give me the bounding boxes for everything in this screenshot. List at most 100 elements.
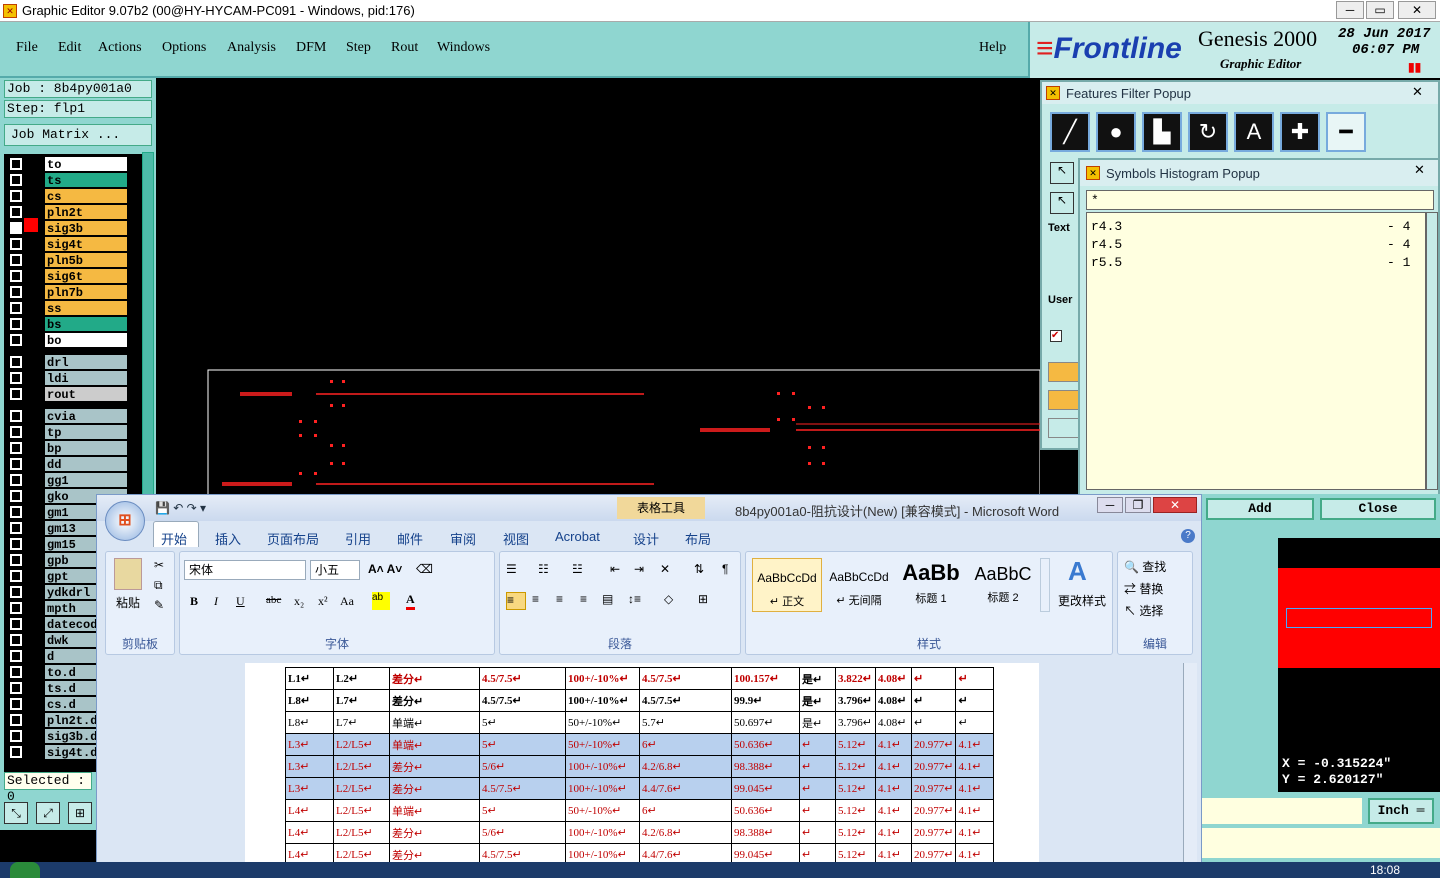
table-cell[interactable]: 50.636↵ (731, 733, 800, 756)
align-right-icon[interactable]: ≡ (556, 592, 563, 606)
layer-name[interactable]: pln7b (44, 284, 128, 300)
table-cell[interactable]: 4.08↵ (875, 711, 912, 734)
style-normal[interactable]: AaBbCcDd ↵ 正文 (752, 558, 822, 612)
layer-checkbox[interactable] (10, 634, 22, 646)
table-cell[interactable]: 差分↵ (389, 689, 480, 712)
tab-page-layout[interactable]: 页面布局 (267, 529, 319, 548)
numbering-icon[interactable]: ☷ (538, 562, 549, 576)
layer-checkbox[interactable] (10, 490, 22, 502)
pad-feature-icon[interactable]: ● (1096, 112, 1136, 152)
layer-name[interactable]: sig3b (44, 220, 128, 236)
add-button[interactable]: Add (1206, 498, 1314, 520)
layer-checkbox[interactable] (10, 474, 22, 486)
table-cell[interactable]: L1↵ (285, 667, 334, 690)
layer-checkbox[interactable] (10, 286, 22, 298)
sort-icon[interactable]: ⇅ (694, 562, 704, 576)
menu-rout[interactable]: Rout (391, 40, 418, 56)
layer-row-bs[interactable]: bs (8, 316, 128, 332)
layer-checkbox[interactable] (10, 730, 22, 742)
table-cell[interactable]: 4.1↵ (955, 777, 995, 800)
table-cell[interactable]: 5.12↵ (835, 733, 876, 756)
tab-insert[interactable]: 插入 (215, 529, 241, 548)
table-cell[interactable]: 100+/-10%↵ (565, 821, 640, 844)
layer-name[interactable]: ts (44, 172, 128, 188)
layer-name[interactable]: cs (44, 188, 128, 204)
layer-row-rout[interactable]: rout (8, 386, 128, 402)
table-cell[interactable]: 4.2/6.8↵ (639, 755, 732, 778)
tab-home[interactable]: 开始 (161, 529, 187, 548)
strikethrough-icon[interactable]: abc (266, 594, 281, 606)
table-cell[interactable]: L2/L5↵ (333, 733, 390, 756)
layer-checkbox[interactable] (10, 238, 22, 250)
layer-row-sig4t[interactable]: sig4t (8, 236, 128, 252)
layer-name[interactable]: dd (44, 456, 128, 472)
table-cell[interactable]: 100.157↵ (731, 667, 800, 690)
layer-row-bo[interactable]: bo (8, 332, 128, 348)
table-cell[interactable]: 单端↵ (389, 799, 480, 822)
table-row[interactable]: L8↵ L7↵ 单端↵ 5↵ 50+/-10%↵ 5.7↵ 50.697↵ 是↵ 3.796↵ 4… (285, 711, 995, 734)
symbol-row-3-name[interactable]: r5.5 (1091, 255, 1122, 270)
table-cell[interactable]: 4.2/6.8↵ (639, 821, 732, 844)
layer-checkbox[interactable] (10, 714, 22, 726)
layer-name[interactable]: sig4t (44, 236, 128, 252)
layer-row-ts[interactable]: ts (8, 172, 128, 188)
layer-name[interactable]: pln5b (44, 252, 128, 268)
tab-review[interactable]: 审阅 (450, 529, 476, 548)
layer-checkbox[interactable] (10, 426, 22, 438)
table-cell[interactable]: 4.1↵ (875, 821, 912, 844)
layer-checkbox[interactable] (10, 570, 22, 582)
start-button[interactable] (10, 862, 40, 878)
table-cell[interactable]: 单端↵ (389, 733, 480, 756)
table-cell[interactable]: ↵ (955, 689, 995, 712)
bold-icon[interactable]: B (190, 594, 198, 609)
table-row[interactable]: L8↵ L7↵ 差分↵ 4.5/7.5↵ 100+/-10%↵ 4.5/7.5↵ 99.9↵… (285, 689, 995, 712)
line-feature-icon[interactable]: ╱ (1050, 112, 1090, 152)
table-cell[interactable]: 4.1↵ (875, 733, 912, 756)
menu-file[interactable]: File (16, 40, 38, 56)
table-cell[interactable]: 100+/-10%↵ (565, 755, 640, 778)
layer-checkbox[interactable] (10, 698, 22, 710)
layer-checkbox[interactable] (10, 174, 22, 186)
tab-layout[interactable]: 布局 (685, 529, 711, 548)
table-cell[interactable]: 差分↵ (389, 667, 480, 690)
negative-polarity-icon[interactable]: ━ (1326, 112, 1366, 152)
layer-checkbox[interactable] (10, 254, 22, 266)
grid-tool-icon[interactable]: ⊞ (68, 802, 92, 824)
symbol-row-1-name[interactable]: r4.3 (1091, 219, 1122, 234)
table-cell[interactable]: 98.388↵ (731, 821, 800, 844)
table-cell[interactable]: 5.7↵ (639, 711, 732, 734)
copy-icon[interactable]: ⧉ (154, 578, 163, 593)
table-cell[interactable]: 4.5/7.5↵ (479, 667, 566, 690)
table-cell[interactable]: ↵ (955, 711, 995, 734)
table-cell[interactable]: 是↵ (799, 689, 836, 712)
menu-edit[interactable]: Edit (58, 40, 81, 56)
table-cell[interactable]: 4.4/7.6↵ (639, 777, 732, 800)
close-popup-button[interactable]: Close (1320, 498, 1436, 520)
layer-row-drl[interactable]: drl (8, 354, 128, 370)
table-cell[interactable]: 100+/-10%↵ (565, 689, 640, 712)
superscript-icon[interactable]: x² (318, 594, 328, 609)
table-cell[interactable]: ↵ (910, 667, 957, 690)
table-cell[interactable]: L2/L5↵ (333, 755, 390, 778)
layer-checkbox[interactable] (10, 222, 22, 234)
table-cell[interactable]: L2/L5↵ (333, 777, 390, 800)
office-button[interactable]: ⊞ (105, 501, 145, 541)
style-no-spacing[interactable]: AaBbCcDd ↵ 无间隔 (824, 558, 894, 612)
layer-checkbox[interactable] (10, 356, 22, 368)
table-row[interactable]: L1↵ L2↵ 差分↵ 4.5/7.5↵ 100+/-10%↵ 4.5/7.5↵ 100.1… (285, 667, 995, 690)
layer-checkbox[interactable] (10, 318, 22, 330)
table-cell[interactable]: 4.1↵ (955, 755, 995, 778)
tab-mailings[interactable]: 邮件 (397, 529, 423, 548)
chinese-layout-icon[interactable]: ✕ (660, 562, 670, 576)
table-cell[interactable]: 20.977↵ (910, 755, 957, 778)
layer-row-cvia[interactable]: cvia (8, 408, 128, 424)
distributed-icon[interactable]: ▤ (602, 592, 613, 606)
layer-checkbox[interactable] (10, 270, 22, 282)
menu-dfm[interactable]: DFM (296, 40, 326, 56)
format-painter-icon[interactable]: ✎ (154, 598, 164, 612)
layer-name[interactable]: pln2t (44, 204, 128, 220)
document-scrollbar[interactable] (1183, 663, 1197, 863)
layer-name[interactable]: ldi (44, 370, 128, 386)
menu-analysis[interactable]: Analysis (227, 40, 276, 56)
layer-row-cs[interactable]: cs (8, 188, 128, 204)
